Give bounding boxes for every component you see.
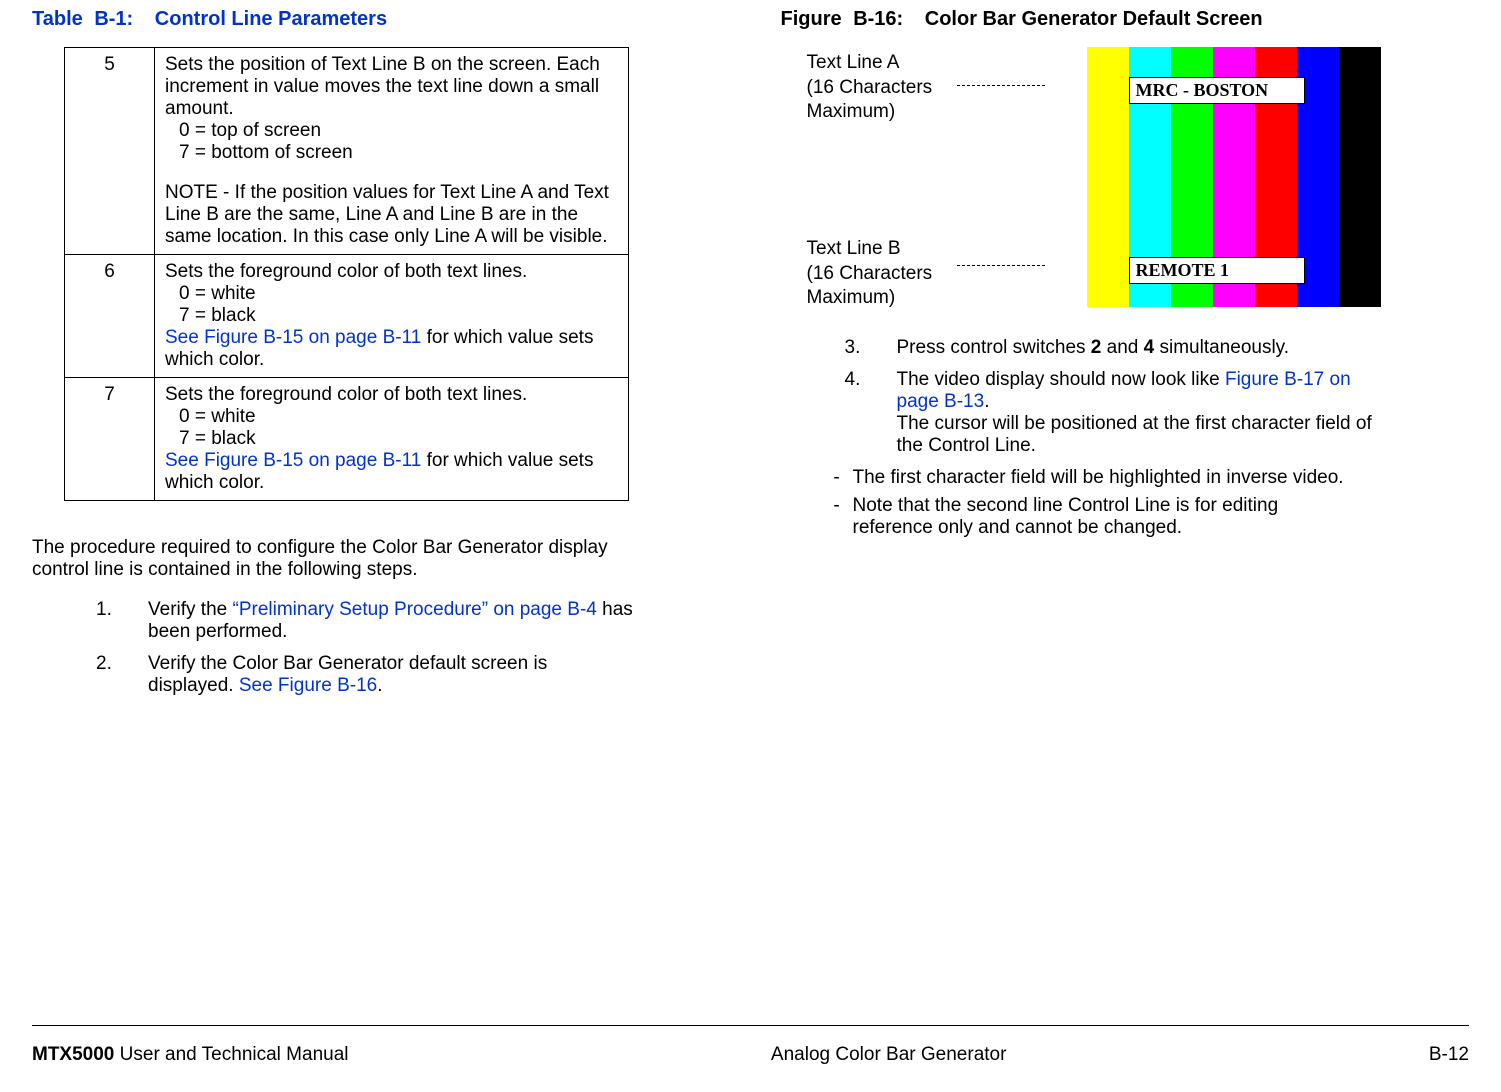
right-column: Figure B-16: Color Bar Generator Default… [781,8,1470,707]
desc-text: Sets the foreground color of both text l… [165,261,618,283]
figure-caption-title: Color Bar Generator Default Screen [925,8,1263,30]
figure-label-a: Text Line A (16 Characters Maximum) [807,51,933,125]
step-text: The video display should now look like F… [897,369,1385,457]
step-post: . [984,391,989,412]
step-number: 4. [845,369,897,457]
color-bar-black [1339,47,1381,307]
dash-icon: - [821,467,853,489]
step-pre: Verify the [148,599,233,620]
procedure-steps-right: 3. Press control switches 2 and 4 simult… [845,337,1385,457]
desc-link-line: See Figure B-15 on page B-11 for which v… [165,450,618,494]
desc-note: NOTE - If the position values for Text L… [165,182,618,248]
figure-label-b-line: Text Line B [807,237,933,262]
step-bold: 4 [1144,337,1155,358]
table-row-number: 5 [65,48,155,255]
table-row-desc: Sets the position of Text Line B on the … [155,48,629,255]
table-caption: Table B-1: Control Line Parameters [32,8,721,31]
footer-center: Analog Color Bar Generator [771,1044,1007,1066]
figure-caption-prefix: Figure [781,8,842,30]
step-post: simultaneously. [1154,337,1289,358]
table-row: 7 Sets the foreground color of both text… [65,378,629,501]
color-bar-white [1045,47,1087,307]
dash-text: Note that the second line Control Line i… [853,495,1361,539]
figure-label-b-line: (16 Characters [807,262,933,287]
list-item: 4. The video display should now look lik… [845,369,1385,457]
list-item: 3. Press control switches 2 and 4 simult… [845,337,1385,359]
step-number: 3. [845,337,897,359]
list-item: - The first character field will be high… [821,467,1361,489]
step-pre: The video display should now look like [897,369,1225,390]
table-row-number: 7 [65,378,155,501]
step-number: 1. [96,599,148,643]
figure-label-a-line: Text Line A [807,51,933,76]
cross-ref-link[interactable]: See Figure B-15 on page B-11 [165,450,421,471]
footer-divider [32,1025,1469,1026]
desc-option: 0 = top of screen [179,120,618,142]
table-caption-number: B-1: [94,8,133,30]
step-pre: Press control switches [897,337,1091,358]
desc-link-line: See Figure B-15 on page B-11 for which v… [165,327,618,371]
footer-left-tail: User and Technical Manual [114,1044,348,1065]
procedure-steps-left: 1. Verify the “Preliminary Setup Procedu… [96,599,636,697]
dash-text: The first character field will be highli… [853,467,1361,489]
two-column-layout: Table B-1: Control Line Parameters 5 Set… [32,0,1469,707]
table-caption-title: Control Line Parameters [155,8,387,30]
figure-label-a-line: (16 Characters [807,76,933,101]
step-post: . [377,675,382,696]
step-bold: 2 [1091,337,1102,358]
figure-b16: Text Line A (16 Characters Maximum) Text… [807,47,1377,317]
figure-label-a-line: Maximum) [807,100,933,125]
step-text: Press control switches 2 and 4 simultane… [897,337,1385,359]
table-row-desc: Sets the foreground color of both text l… [155,378,629,501]
cross-ref-link[interactable]: See Figure B-16 [239,675,377,696]
cross-ref-link[interactable]: See Figure B-15 on page B-11 [165,327,421,348]
table-caption-prefix: Table [32,8,83,30]
left-column: Table B-1: Control Line Parameters 5 Set… [32,8,721,707]
step-mid: and [1101,337,1143,358]
table-row-number: 6 [65,255,155,378]
footer-page-number: B-12 [1429,1044,1469,1066]
step-text: Verify the “Preliminary Setup Procedure”… [148,599,636,643]
control-line-parameters-table: 5 Sets the position of Text Line B on th… [64,47,629,501]
desc-text: Sets the position of Text Line B on the … [165,54,618,120]
desc-text: Sets the foreground color of both text l… [165,384,618,406]
step-text: Verify the Color Bar Generator default s… [148,653,636,697]
list-item: - Note that the second line Control Line… [821,495,1361,539]
page-root: Table B-1: Control Line Parameters 5 Set… [0,0,1501,1092]
footer-left: MTX5000 User and Technical Manual [32,1044,349,1066]
spacer [165,164,618,182]
table-row: 6 Sets the foreground color of both text… [65,255,629,378]
table-row: 5 Sets the position of Text Line B on th… [65,48,629,255]
overlay-text-a: MRC - BOSTON [1129,77,1305,104]
color-bar-yellow [1087,47,1129,307]
cross-ref-link[interactable]: “Preliminary Setup Procedure” on page B-… [233,599,597,620]
desc-option: 0 = white [179,283,618,305]
dash-icon: - [821,495,853,539]
dash-list: - The first character field will be high… [821,467,1361,539]
list-item: 1. Verify the “Preliminary Setup Procedu… [96,599,636,643]
desc-option: 7 = bottom of screen [179,142,618,164]
desc-option: 0 = white [179,406,618,428]
figure-caption: Figure B-16: Color Bar Generator Default… [781,8,1470,31]
figure-label-b: Text Line B (16 Characters Maximum) [807,237,933,311]
footer-product: MTX5000 [32,1044,114,1065]
step-number: 2. [96,653,148,697]
page-footer: MTX5000 User and Technical Manual Analog… [32,1044,1469,1066]
figure-caption-number: B-16: [853,8,903,30]
step-extra: The cursor will be positioned at the fir… [897,413,1372,456]
desc-option: 7 = black [179,428,618,450]
table-row-desc: Sets the foreground color of both text l… [155,255,629,378]
intro-paragraph: The procedure required to configure the … [32,537,622,581]
figure-label-b-line: Maximum) [807,286,933,311]
desc-option: 7 = black [179,305,618,327]
list-item: 2. Verify the Color Bar Generator defaul… [96,653,636,697]
overlay-text-b: REMOTE 1 [1129,257,1305,284]
